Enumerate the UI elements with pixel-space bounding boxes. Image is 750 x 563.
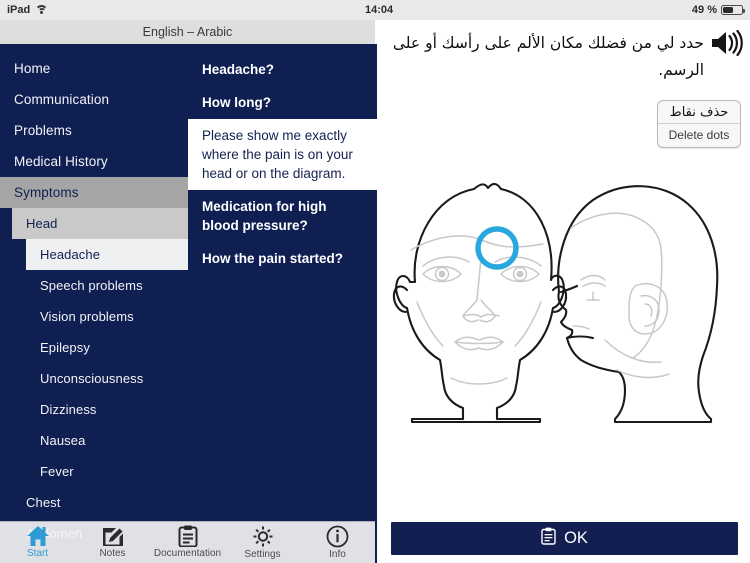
tab-info[interactable]: Info (300, 522, 375, 560)
phrase-list-pane[interactable]: Headache? How long? Please show me exactly… (188, 44, 377, 563)
tab-documentation[interactable]: Documentation (150, 522, 225, 559)
sidebar-list: Home Communication Problems Medical History… (0, 44, 188, 549)
sidebar-item-home[interactable]: Home (0, 53, 188, 84)
language-pair-title: English – Arabic (0, 20, 375, 44)
sidebar-item-label: Medical History (14, 154, 108, 169)
sidebar-item-label: Home (14, 61, 51, 76)
phrase-list: Headache? How long? Please show me exactly… (188, 44, 377, 275)
sidebar-item-label: Chest (26, 495, 61, 510)
sidebar-item-head[interactable]: Head (12, 208, 188, 239)
sidebar-item-label: Communication (14, 92, 110, 107)
clock: 14:04 (365, 4, 394, 16)
pencil-square-icon (101, 525, 125, 547)
sidebar-item-label: Symptoms (14, 185, 79, 200)
sidebar-item-label: Unconsciousness (40, 371, 144, 386)
sidebar-item-label: Vision problems (40, 309, 134, 324)
wifi-icon (35, 5, 49, 15)
battery-icon (721, 5, 745, 15)
home-icon (26, 525, 50, 547)
sidebar-item-fever[interactable]: Fever (0, 456, 188, 487)
tab-label: Notes (99, 548, 126, 559)
sidebar-item-vision-problems[interactable]: Vision problems (0, 301, 188, 332)
sidebar-item-chest[interactable]: Chest (0, 487, 188, 518)
sidebar-item-label: Dizziness (40, 402, 97, 417)
info-circle-icon (326, 525, 349, 548)
sidebar-item-label: Fever (40, 464, 74, 479)
translation-header: حدد لي من فضلك مكان الألم على رأسك أو عل… (377, 20, 750, 92)
phrase-item[interactable]: How long? (188, 86, 377, 119)
category-sidebar[interactable]: Home Communication Problems Medical History… (0, 44, 188, 563)
tab-label: Start (26, 548, 49, 559)
sidebar-item-dizziness[interactable]: Dizziness (0, 394, 188, 425)
sidebar-item-speech-problems[interactable]: Speech problems (0, 270, 188, 301)
phrase-item[interactable]: How the pain started? (188, 242, 377, 275)
status-bar: iPad 14:04 49 % (0, 0, 750, 20)
delete-dots-button[interactable]: حذف نقاط Delete dots (657, 100, 741, 148)
ok-button-label: OK (564, 529, 588, 547)
gear-icon (251, 525, 275, 548)
sidebar-item-symptoms[interactable]: Symptoms (0, 177, 188, 208)
tab-label: Settings (244, 549, 281, 560)
delete-dots-english-label: Delete dots (668, 128, 730, 142)
sidebar-item-label: Problems (14, 123, 72, 138)
translation-pane: حدد لي من فضلك مكان الألم على رأسك أو عل… (377, 20, 750, 563)
sidebar-item-label: Epilepsy (40, 340, 90, 355)
sidebar-item-label: Nausea (40, 433, 86, 448)
ok-button[interactable]: OK (391, 522, 738, 555)
sidebar-item-medical-history[interactable]: Medical History (0, 146, 188, 177)
tab-settings[interactable]: Settings (225, 522, 300, 560)
sidebar-item-label: Head (26, 216, 58, 231)
phrase-item[interactable]: Please show me exactly where the pain is… (188, 119, 377, 190)
sidebar-item-label: Headache (40, 247, 101, 262)
sidebar-item-nausea[interactable]: Nausea (0, 425, 188, 456)
tab-start[interactable]: Start (0, 522, 75, 559)
page-title: English – Arabic (142, 25, 233, 39)
head-pain-diagram[interactable] (377, 170, 750, 440)
delete-dots-arabic-label: حذف نقاط (658, 101, 740, 124)
ipad-screen: iPad 14:04 49 % English – Arabic Home Com… (0, 0, 750, 563)
sidebar-item-epilepsy[interactable]: Epilepsy (0, 332, 188, 363)
sidebar-item-label: Speech problems (40, 278, 143, 293)
speaker-icon[interactable] (710, 29, 744, 57)
phrase-item[interactable]: Headache? (188, 53, 377, 86)
bottom-tab-bar[interactable]: Start Notes Documentation Settings Info (0, 521, 375, 563)
clipboard-icon (177, 525, 199, 547)
tab-notes[interactable]: Notes (75, 522, 150, 559)
sidebar-item-problems[interactable]: Problems (0, 115, 188, 146)
tab-label: Info (329, 549, 346, 560)
clipboard-icon (541, 527, 556, 550)
sidebar-item-headache[interactable]: Headache (26, 239, 188, 270)
arabic-translation-text: حدد لي من فضلك مكان الألم على رأسك أو عل… (392, 34, 704, 79)
phrase-item[interactable]: Medication for high blood pressure? (188, 190, 377, 242)
device-label: iPad (7, 4, 31, 16)
sidebar-item-communication[interactable]: Communication (0, 84, 188, 115)
tab-label: Documentation (153, 548, 222, 559)
battery-percent: 49 % (691, 4, 717, 16)
sidebar-item-unconsciousness[interactable]: Unconsciousness (0, 363, 188, 394)
